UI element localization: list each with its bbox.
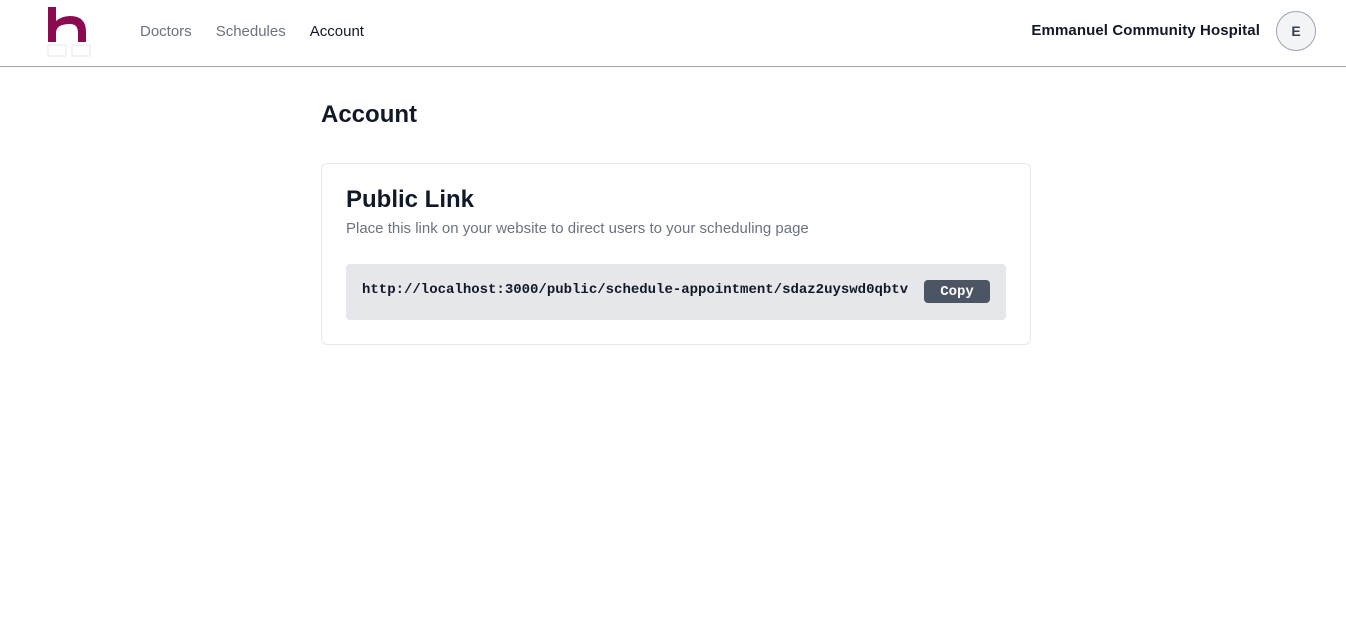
- public-link-card: Public Link Place this link on your webs…: [321, 163, 1031, 345]
- public-link-url[interactable]: http://localhost:3000/public/schedule-ap…: [362, 282, 908, 298]
- main-nav: Doctors Schedules Account: [140, 0, 364, 62]
- page-title: Account: [321, 101, 417, 128]
- nav-item-doctors[interactable]: Doctors: [140, 23, 192, 40]
- account-page: Account Public Link Place this link on y…: [321, 100, 1031, 345]
- public-link-description: Place this link on your website to direc…: [346, 220, 809, 237]
- nav-item-schedules[interactable]: Schedules: [216, 23, 286, 40]
- public-link-box: http://localhost:3000/public/schedule-ap…: [346, 264, 1006, 320]
- nav-item-account[interactable]: Account: [310, 23, 364, 40]
- organization-name: Emmanuel Community Hospital: [1031, 22, 1260, 39]
- user-avatar[interactable]: E: [1276, 11, 1316, 51]
- hospital-logo-icon[interactable]: [46, 5, 94, 59]
- public-link-title: Public Link: [346, 186, 475, 213]
- copy-link-button[interactable]: Copy: [924, 280, 990, 303]
- top-navigation-bar: Doctors Schedules Account Emmanuel Commu…: [0, 0, 1346, 67]
